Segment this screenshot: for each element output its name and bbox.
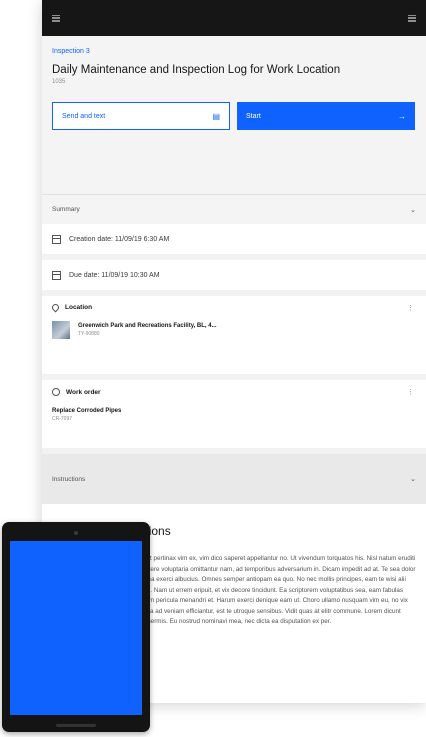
instructions-accordion[interactable]: Instructions ⌄ <box>42 454 426 504</box>
send-icon: ▤ <box>212 111 220 121</box>
location-id: TY-90880 <box>78 331 100 337</box>
location-pin-icon <box>50 302 61 313</box>
page-title: Daily Maintenance and Inspection Log for… <box>52 64 341 76</box>
tablet-screen <box>10 541 142 715</box>
breadcrumb[interactable]: Inspection 3 <box>52 48 416 55</box>
action-buttons: Send and text ▤ Start → <box>52 102 416 130</box>
calendar-icon <box>52 270 61 280</box>
work-order-label: Work order <box>66 388 101 396</box>
home-indicator <box>56 724 96 727</box>
instructions-label: Instructions <box>52 475 86 483</box>
menu-icon[interactable] <box>52 14 60 22</box>
creation-date-card: Creation date: 11/09/19 6:30 AM <box>42 224 426 254</box>
location-label: Location <box>65 304 93 311</box>
page-subtitle: 1035 <box>52 79 66 85</box>
start-button-label: Start <box>246 112 261 120</box>
arrow-right-icon: → <box>398 111 406 121</box>
camera-icon <box>74 531 78 535</box>
location-card[interactable]: Location ⋮ Greenwich Park and Recreation… <box>42 296 426 374</box>
overflow-menu-icon[interactable]: ⋮ <box>407 388 414 396</box>
location-name: Greenwich Park and Recreations Facility,… <box>78 323 217 329</box>
tablet-device <box>2 522 150 732</box>
send-button[interactable]: Send and text ▤ <box>52 102 230 130</box>
page-header: Inspection 3 Daily Maintenance and Inspe… <box>42 36 426 194</box>
due-date: Due date: 11/09/19 10:30 AM <box>69 271 160 279</box>
work-order-title: Replace Corroded Pipes <box>52 408 122 414</box>
work-order-icon <box>52 388 60 396</box>
location-thumbnail <box>52 321 70 339</box>
start-button[interactable]: Start → <box>237 102 415 130</box>
calendar-icon <box>52 234 61 244</box>
app-switcher-icon[interactable] <box>408 14 416 22</box>
work-order-card[interactable]: Work order ⋮ Replace Corroded Pipes CR-7… <box>42 380 426 448</box>
summary-accordion[interactable]: Summary ⌄ <box>42 194 426 224</box>
summary-label: Summary <box>52 206 80 213</box>
chevron-down-icon: ⌄ <box>410 206 416 214</box>
top-bar <box>42 0 426 36</box>
work-order-id: CR-7097 <box>52 416 73 422</box>
send-button-label: Send and text <box>62 112 106 120</box>
creation-date: Creation date: 11/09/19 6:30 AM <box>69 235 170 243</box>
chevron-down-icon: ⌄ <box>410 476 416 483</box>
due-date-card: Due date: 11/09/19 10:30 AM <box>42 260 426 290</box>
overflow-menu-icon[interactable]: ⋮ <box>407 304 414 312</box>
